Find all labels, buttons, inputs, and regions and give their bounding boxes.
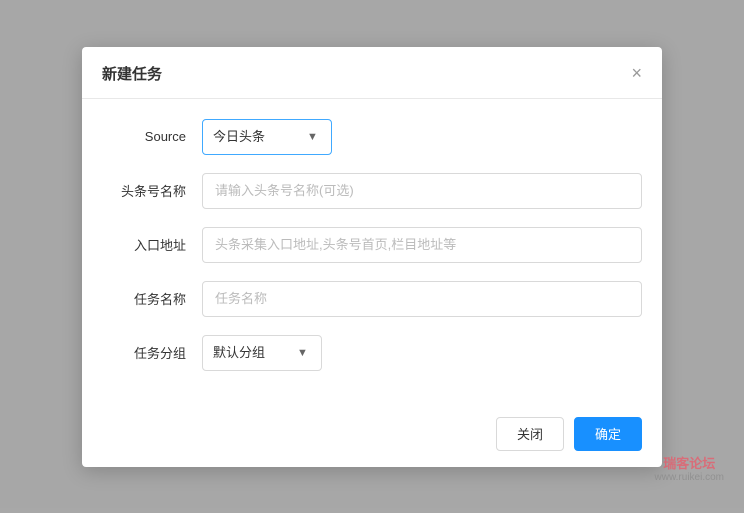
source-label: Source bbox=[102, 129, 202, 144]
task-group-label: 任务分组 bbox=[102, 343, 202, 362]
headline-row: 头条号名称 bbox=[102, 173, 642, 209]
dialog-footer: 关闭 确定 bbox=[82, 405, 662, 467]
entry-label: 入口地址 bbox=[102, 235, 202, 254]
task-name-row: 任务名称 bbox=[102, 281, 642, 317]
entry-control bbox=[202, 227, 642, 263]
entry-input[interactable] bbox=[202, 227, 642, 263]
headline-input[interactable] bbox=[202, 173, 642, 209]
task-name-label: 任务名称 bbox=[102, 289, 202, 308]
headline-control bbox=[202, 173, 642, 209]
close-button[interactable]: × bbox=[631, 64, 642, 82]
dialog-header: 新建任务 × bbox=[82, 47, 662, 99]
source-control: 今日头条 微信公众号 微博 百度新闻 ▼ bbox=[202, 119, 642, 155]
task-group-row: 任务分组 默认分组 分组一 分组二 ▼ bbox=[102, 335, 642, 371]
dialog-title: 新建任务 bbox=[102, 63, 162, 84]
watermark: 瑞客论坛 www.ruikei.com bbox=[655, 453, 724, 483]
watermark-line2: www.ruikei.com bbox=[655, 472, 724, 483]
source-select[interactable]: 今日头条 微信公众号 微博 百度新闻 bbox=[213, 129, 321, 144]
cancel-button[interactable]: 关闭 bbox=[496, 417, 564, 451]
dialog-body: Source 今日头条 微信公众号 微博 百度新闻 ▼ 头条号名称 bbox=[82, 99, 662, 405]
task-group-select-wrapper[interactable]: 默认分组 分组一 分组二 ▼ bbox=[202, 335, 322, 371]
task-group-control: 默认分组 分组一 分组二 ▼ bbox=[202, 335, 642, 371]
task-name-input[interactable] bbox=[202, 281, 642, 317]
headline-label: 头条号名称 bbox=[102, 181, 202, 200]
source-select-wrapper[interactable]: 今日头条 微信公众号 微博 百度新闻 ▼ bbox=[202, 119, 332, 155]
dialog: 新建任务 × Source 今日头条 微信公众号 微博 百度新闻 ▼ bbox=[82, 47, 662, 467]
watermark-line1: 瑞客论坛 bbox=[655, 453, 724, 472]
task-name-control bbox=[202, 281, 642, 317]
confirm-button[interactable]: 确定 bbox=[574, 417, 642, 451]
dialog-overlay: 新建任务 × Source 今日头条 微信公众号 微博 百度新闻 ▼ bbox=[0, 0, 744, 513]
source-row: Source 今日头条 微信公众号 微博 百度新闻 ▼ bbox=[102, 119, 642, 155]
entry-row: 入口地址 bbox=[102, 227, 642, 263]
task-group-select[interactable]: 默认分组 分组一 分组二 bbox=[213, 345, 311, 360]
